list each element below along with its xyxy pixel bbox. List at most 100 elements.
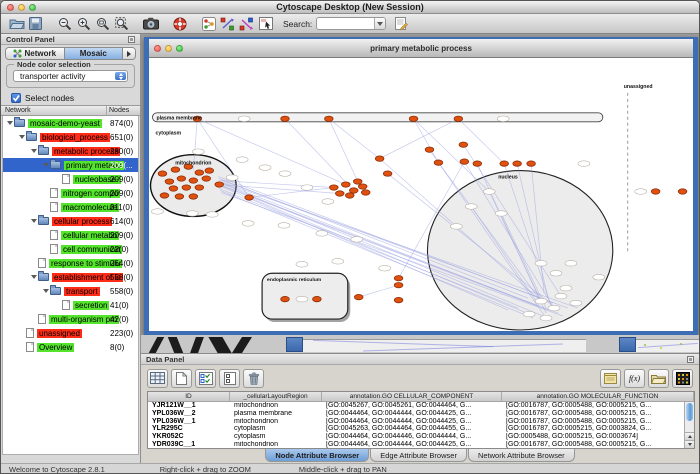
apply-layout-icon[interactable] [237, 15, 256, 33]
expand-arrow-icon[interactable] [41, 289, 50, 293]
function-builder-button[interactable]: f(x) [624, 369, 645, 388]
network-node[interactable] [165, 179, 174, 184]
network-node[interactable] [158, 171, 167, 176]
network-node[interactable] [434, 160, 443, 165]
unselect-attributes-button[interactable] [219, 369, 240, 388]
unselected-node[interactable] [570, 300, 582, 306]
unselected-node[interactable] [565, 260, 577, 266]
network-node[interactable] [354, 294, 363, 299]
tree-row[interactable]: response to stimulu264(0) [3, 256, 138, 270]
network-node[interactable] [281, 296, 290, 301]
expand-arrow-icon[interactable] [29, 275, 38, 279]
zoom-in-icon[interactable] [74, 15, 93, 33]
zoom-out-icon[interactable] [55, 15, 74, 33]
network-edge[interactable] [249, 188, 334, 198]
background-window-fragment[interactable] [208, 337, 231, 353]
browser-tab[interactable]: Node Attribute Browser [265, 449, 369, 462]
network-node[interactable] [189, 194, 198, 199]
expand-arrow-icon[interactable] [29, 149, 38, 153]
zoom-selected-icon[interactable] [112, 15, 131, 33]
network-node[interactable] [202, 176, 211, 181]
background-window-fragment[interactable] [303, 339, 586, 352]
table-column-header[interactable]: annotation.GO MOLECULAR_FUNCTION [502, 392, 694, 401]
unselected-node[interactable] [192, 149, 204, 155]
tree-row[interactable]: biological_process651(0) [3, 130, 138, 144]
background-window-fragment[interactable] [232, 337, 252, 353]
minimize-view-icon[interactable] [165, 45, 172, 52]
unselected-node[interactable] [296, 296, 308, 302]
table-column-header[interactable]: annotation.GO CELLULAR_COMPONENT [322, 392, 502, 401]
tree-row[interactable]: metabolic process280(0) [3, 144, 138, 158]
zoom-view-icon[interactable] [176, 45, 183, 52]
network-node[interactable] [175, 194, 184, 199]
unselected-node[interactable] [535, 260, 547, 266]
unselected-node[interactable] [578, 161, 590, 167]
network-edge[interactable] [359, 285, 399, 297]
close-window-icon[interactable] [7, 4, 14, 11]
table-column-header[interactable]: _cellularLayoutRegion [230, 392, 322, 401]
unselected-node[interactable] [242, 221, 254, 227]
minimize-window-icon[interactable] [18, 4, 25, 11]
tree-row[interactable]: mosaic-demo-yeast874(0) [3, 116, 138, 130]
save-session-button[interactable] [26, 15, 45, 33]
float-panel-icon[interactable] [128, 36, 135, 43]
network-node[interactable] [313, 296, 322, 301]
unselected-node[interactable] [495, 211, 507, 217]
network-node[interactable] [383, 171, 392, 176]
unselected-node[interactable] [450, 224, 462, 230]
background-window-fragment[interactable] [636, 339, 699, 352]
network-node[interactable] [171, 167, 180, 172]
vizmapper-icon[interactable] [256, 15, 275, 33]
network-edge[interactable] [285, 119, 354, 191]
network-node[interactable] [513, 161, 522, 166]
unselected-node[interactable] [279, 171, 291, 177]
network-node[interactable] [459, 142, 468, 147]
unselected-node[interactable] [296, 261, 308, 267]
network-node[interactable] [454, 116, 463, 121]
expand-arrow-icon[interactable] [17, 135, 26, 139]
background-window-fragment[interactable] [168, 337, 183, 353]
unselected-node[interactable] [635, 189, 647, 195]
select-nodes-checkbox[interactable] [11, 93, 21, 103]
network-node[interactable] [182, 185, 191, 190]
unselected-node[interactable] [540, 315, 552, 321]
network-node[interactable] [341, 182, 350, 187]
background-window-fragment[interactable] [619, 337, 636, 352]
table-row[interactable]: YJR121W__1mitochondrion[GO:0045267, GO:0… [148, 402, 694, 410]
unselected-node[interactable] [550, 270, 562, 276]
zoom-fit-icon[interactable] [93, 15, 112, 33]
unselected-node[interactable] [483, 189, 495, 195]
table-row[interactable]: YDR039C__1mitochondrion[GO:0044464, GO:0… [148, 441, 694, 449]
network-node[interactable] [375, 156, 384, 161]
float-panel-icon[interactable] [687, 356, 694, 363]
new-attribute-button[interactable] [171, 369, 192, 388]
network-node[interactable] [325, 116, 334, 121]
search-dropdown-icon[interactable] [374, 18, 385, 29]
expand-arrow-icon[interactable] [5, 121, 14, 125]
network-node[interactable] [195, 170, 204, 175]
unselected-node[interactable] [316, 231, 328, 237]
unselected-node[interactable] [379, 265, 391, 271]
unselected-node[interactable] [555, 293, 567, 299]
network-canvas[interactable]: plasma membranecytoplasmmitochondrionnuc… [149, 59, 693, 331]
tab-mosaic[interactable]: Mosaic [65, 48, 124, 59]
tree-row[interactable]: Overview8(0) [3, 340, 138, 354]
unselected-node[interactable] [560, 285, 572, 291]
delete-attribute-button[interactable] [243, 369, 264, 388]
network-edge[interactable] [458, 119, 504, 164]
network-node[interactable] [195, 185, 204, 190]
unselected-node[interactable] [535, 298, 547, 304]
tree-row[interactable]: secretion41(0) [3, 298, 138, 312]
tree-row[interactable]: nucleobase-209(0) [3, 172, 138, 186]
network-node[interactable] [361, 190, 370, 195]
unselected-node[interactable] [548, 305, 560, 311]
unselected-node[interactable] [278, 223, 290, 229]
tree-row[interactable]: unassigned223(0) [3, 326, 138, 340]
network-node[interactable] [177, 176, 186, 181]
table-scrollbar[interactable] [684, 402, 694, 448]
background-window-fragment[interactable] [190, 337, 204, 353]
tab-overflow-button[interactable] [123, 48, 135, 59]
search-input[interactable] [317, 19, 374, 28]
zoom-window-icon[interactable] [29, 4, 36, 11]
annotation-icon[interactable] [392, 15, 411, 33]
